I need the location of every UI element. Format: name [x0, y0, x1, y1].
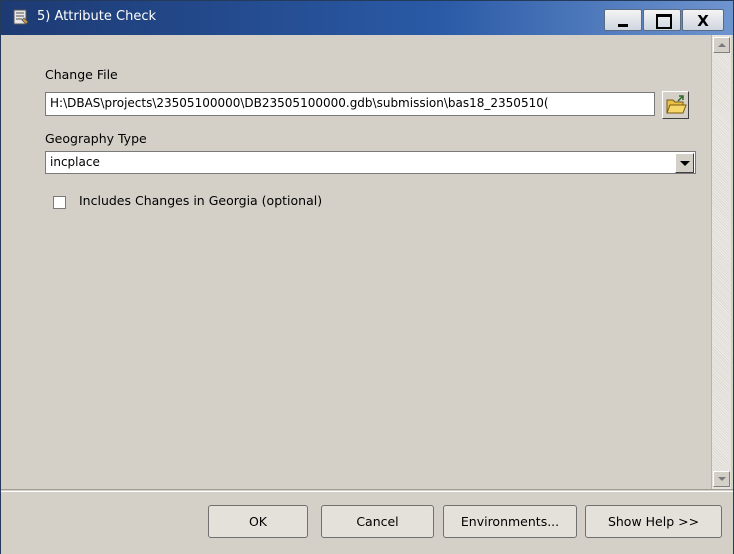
minimize-icon — [618, 24, 628, 27]
chevron-down-icon — [680, 161, 690, 166]
close-icon: X — [697, 12, 709, 30]
georgia-checkbox[interactable] — [53, 196, 66, 209]
dropdown-button[interactable] — [675, 153, 694, 173]
window-title: 5) Attribute Check — [37, 9, 156, 24]
environments-button[interactable]: Environments... — [443, 505, 577, 538]
toolbox-script-icon — [12, 8, 30, 26]
scroll-down-button[interactable] — [713, 471, 730, 487]
georgia-checkbox-label[interactable]: Includes Changes in Georgia (optional) — [79, 193, 322, 208]
minimize-button[interactable] — [604, 9, 642, 31]
geography-type-label: Geography Type — [45, 131, 147, 146]
open-folder-icon — [666, 95, 687, 114]
close-button[interactable]: X — [682, 9, 724, 31]
browse-button[interactable] — [662, 91, 689, 119]
geography-type-value: incplace — [50, 155, 100, 169]
vertical-scrollbar[interactable] — [711, 35, 731, 489]
change-file-input[interactable]: H:\DBAS\projects\23505100000\DB235051000… — [45, 92, 655, 116]
maximize-icon — [656, 14, 672, 29]
maximize-button[interactable] — [643, 9, 681, 31]
footer-divider — [1, 491, 733, 492]
ok-button[interactable]: OK — [208, 505, 308, 538]
arrow-down-icon — [718, 477, 726, 481]
attribute-check-dialog: 5) Attribute Check X Change File H:\DBAS… — [0, 0, 734, 554]
title-bar[interactable]: 5) Attribute Check X — [1, 1, 733, 35]
arrow-up-icon — [718, 43, 726, 47]
show-help-button[interactable]: Show Help >> — [585, 505, 722, 538]
cancel-button[interactable]: Cancel — [321, 505, 434, 538]
change-file-label: Change File — [45, 67, 118, 82]
scroll-up-button[interactable] — [713, 37, 730, 53]
parameters-panel: Change File H:\DBAS\projects\23505100000… — [1, 35, 711, 489]
geography-type-select[interactable]: incplace — [45, 151, 696, 174]
